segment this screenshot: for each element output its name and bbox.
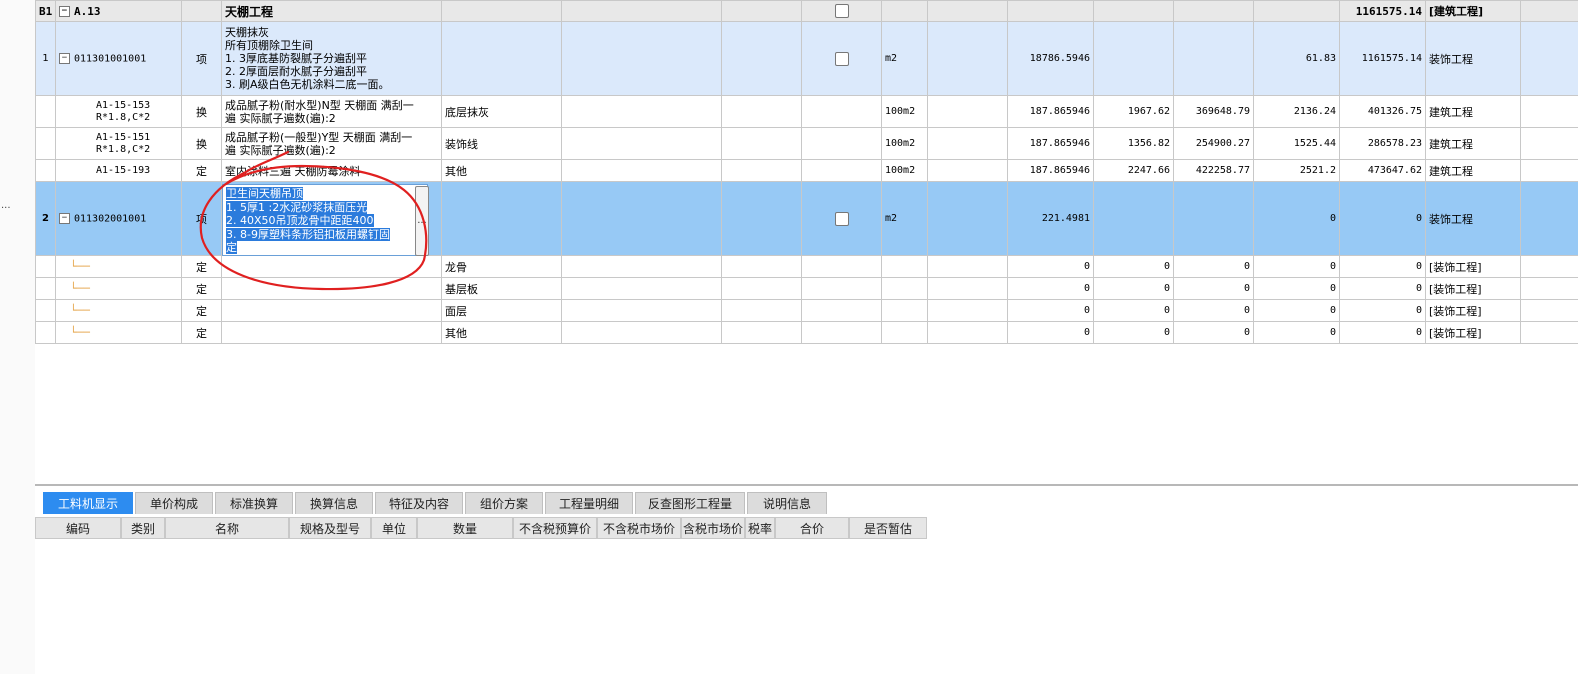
bottom-panel: 工料机显示 单价构成 标准换算 换算信息 特征及内容 组价方案 工程量明细 反查… [35, 484, 1578, 676]
col-header[interactable]: 合价 [775, 517, 849, 539]
item-code-cell: −011301001001 [56, 22, 182, 96]
table-row[interactable]: A1-15-151R*1.8,C*2 换 成品腻子粉(一般型)Y型 天棚面 满刮… [36, 128, 1578, 160]
table-row[interactable]: A1-15-153R*1.8,C*2 换 成品腻子粉(耐水型)N型 天棚面 满刮… [36, 96, 1578, 128]
sub-feature: 基层板 [442, 278, 562, 300]
item-qty: 221.4981 [1008, 182, 1094, 256]
sub-description[interactable]: 室内涂料三遍 天棚防霉涂料 [222, 160, 442, 182]
sub-description[interactable]: 成品腻子粉(一般型)Y型 天棚面 满刮一遍 实际腻子遍数(遍):2 [222, 128, 442, 160]
bill-table: B1 −A.13 天棚工程 1161575.14 [建筑工程] 1 −01130… [35, 0, 1578, 344]
left-panel-strip: ... [0, 0, 36, 674]
tree-branch: └── [56, 300, 182, 322]
col-header[interactable]: 含税市场价 [681, 517, 745, 539]
collapse-icon[interactable]: − [59, 6, 70, 17]
tab-standard-conversion[interactable]: 标准换算 [215, 492, 293, 514]
section-total: 1161575.14 [1340, 1, 1426, 22]
col-header[interactable]: 税率 [745, 517, 775, 539]
item-qty: 18786.5946 [1008, 22, 1094, 96]
tree-branch: └── [56, 322, 182, 344]
section-name-cell: −A.13 [56, 1, 182, 22]
collapsed-panel-dots[interactable]: ... [1, 200, 11, 211]
col-header[interactable]: 单位 [371, 517, 417, 539]
item-total: 1161575.14 [1340, 22, 1426, 96]
tab-unit-price[interactable]: 单价构成 [135, 492, 213, 514]
col-header[interactable]: 是否暂估 [849, 517, 927, 539]
tab-labor-material[interactable]: 工料机显示 [43, 492, 133, 514]
sub-feature: 龙骨 [442, 256, 562, 278]
tab-features[interactable]: 特征及内容 [375, 492, 463, 514]
checkbox-cell [802, 22, 882, 96]
editor-text[interactable]: 卫生间天棚吊顶 1. 5厚1 :2水泥砂浆抹面压光 2. 40X50吊顶龙骨中距… [226, 187, 416, 255]
tab-conversion-info[interactable]: 换算信息 [295, 492, 373, 514]
sub-feature: 其他 [442, 160, 562, 182]
table-row[interactable]: └── 定 龙骨 0 0 0 0 0 [装饰工程] [36, 256, 1578, 278]
col-header[interactable]: 编码 [35, 517, 121, 539]
tree-branch: └── [56, 278, 182, 300]
item-checkbox[interactable] [835, 52, 849, 66]
item-code-cell: −011302001001 [56, 182, 182, 256]
sub-code-cell: A1-15-193 [56, 160, 182, 182]
item-description[interactable]: 天棚抹灰 所有顶棚除卫生间 1. 3厚底基防裂腻子分遍刮平 2. 2厚面层耐水腻… [222, 22, 442, 96]
item-total: 0 [1340, 182, 1426, 256]
section-checkbox[interactable] [835, 4, 849, 18]
tree-branch: └── [56, 256, 182, 278]
table-row[interactable]: A1-15-193 定 室内涂料三遍 天棚防霉涂料 其他 100m2 187.8… [36, 160, 1578, 182]
col-header[interactable]: 规格及型号 [289, 517, 371, 539]
description-editor[interactable]: 卫生间天棚吊顶 1. 5厚1 :2水泥砂浆抹面压光 2. 40X50吊顶龙骨中距… [222, 184, 428, 256]
sub-feature: 底层抹灰 [442, 96, 562, 128]
checkbox-cell [802, 1, 882, 22]
tab-quantity-detail[interactable]: 工程量明细 [545, 492, 633, 514]
tab-pricing-plan[interactable]: 组价方案 [465, 492, 543, 514]
item-price: 0 [1254, 182, 1340, 256]
sub-description[interactable]: 成品腻子粉(耐水型)N型 天棚面 满刮一遍 实际腻子遍数(遍):2 [222, 96, 442, 128]
section-header-row[interactable]: B1 −A.13 天棚工程 1161575.14 [建筑工程] [36, 1, 1578, 22]
tab-reverse-lookup[interactable]: 反查图形工程量 [635, 492, 745, 514]
row-number: 1 [36, 22, 56, 96]
item-type: 项 [182, 22, 222, 96]
collapse-icon[interactable]: − [59, 213, 70, 224]
sub-feature: 面层 [442, 300, 562, 322]
collapse-icon[interactable]: − [59, 53, 70, 64]
item-price: 61.83 [1254, 22, 1340, 96]
section-title: 天棚工程 [222, 1, 442, 22]
item-unit: m2 [882, 22, 928, 96]
section-category: [建筑工程] [1426, 1, 1521, 22]
sub-feature: 装饰线 [442, 128, 562, 160]
item-type: 项 [182, 182, 222, 256]
section-code: B1 [36, 1, 56, 22]
sub-feature: 其他 [442, 322, 562, 344]
tab-description[interactable]: 说明信息 [747, 492, 827, 514]
col-header[interactable]: 类别 [121, 517, 165, 539]
table-row[interactable]: └── 定 基层板 0 0 0 0 0 [装饰工程] [36, 278, 1578, 300]
col-header[interactable]: 数量 [417, 517, 513, 539]
table-row[interactable]: └── 定 其他 0 0 0 0 0 [装饰工程] [36, 322, 1578, 344]
row-number: 2 [36, 182, 56, 256]
table-row[interactable]: 1 −011301001001 项 天棚抹灰 所有顶棚除卫生间 1. 3厚底基防… [36, 22, 1578, 96]
col-header[interactable]: 名称 [165, 517, 289, 539]
item-category: 装饰工程 [1426, 22, 1521, 96]
checkbox-cell [802, 182, 882, 256]
item-unit: m2 [882, 182, 928, 256]
table-row[interactable]: └── 定 面层 0 0 0 0 0 [装饰工程] [36, 300, 1578, 322]
sub-code-cell: A1-15-151R*1.8,C*2 [56, 128, 182, 160]
ellipsis-button[interactable]: ... [415, 186, 429, 256]
item-checkbox[interactable] [835, 212, 849, 226]
item-category: 装饰工程 [1426, 182, 1521, 256]
col-header[interactable]: 不含税预算价 [513, 517, 597, 539]
sub-code-cell: A1-15-153R*1.8,C*2 [56, 96, 182, 128]
col-header[interactable]: 不含税市场价 [597, 517, 681, 539]
